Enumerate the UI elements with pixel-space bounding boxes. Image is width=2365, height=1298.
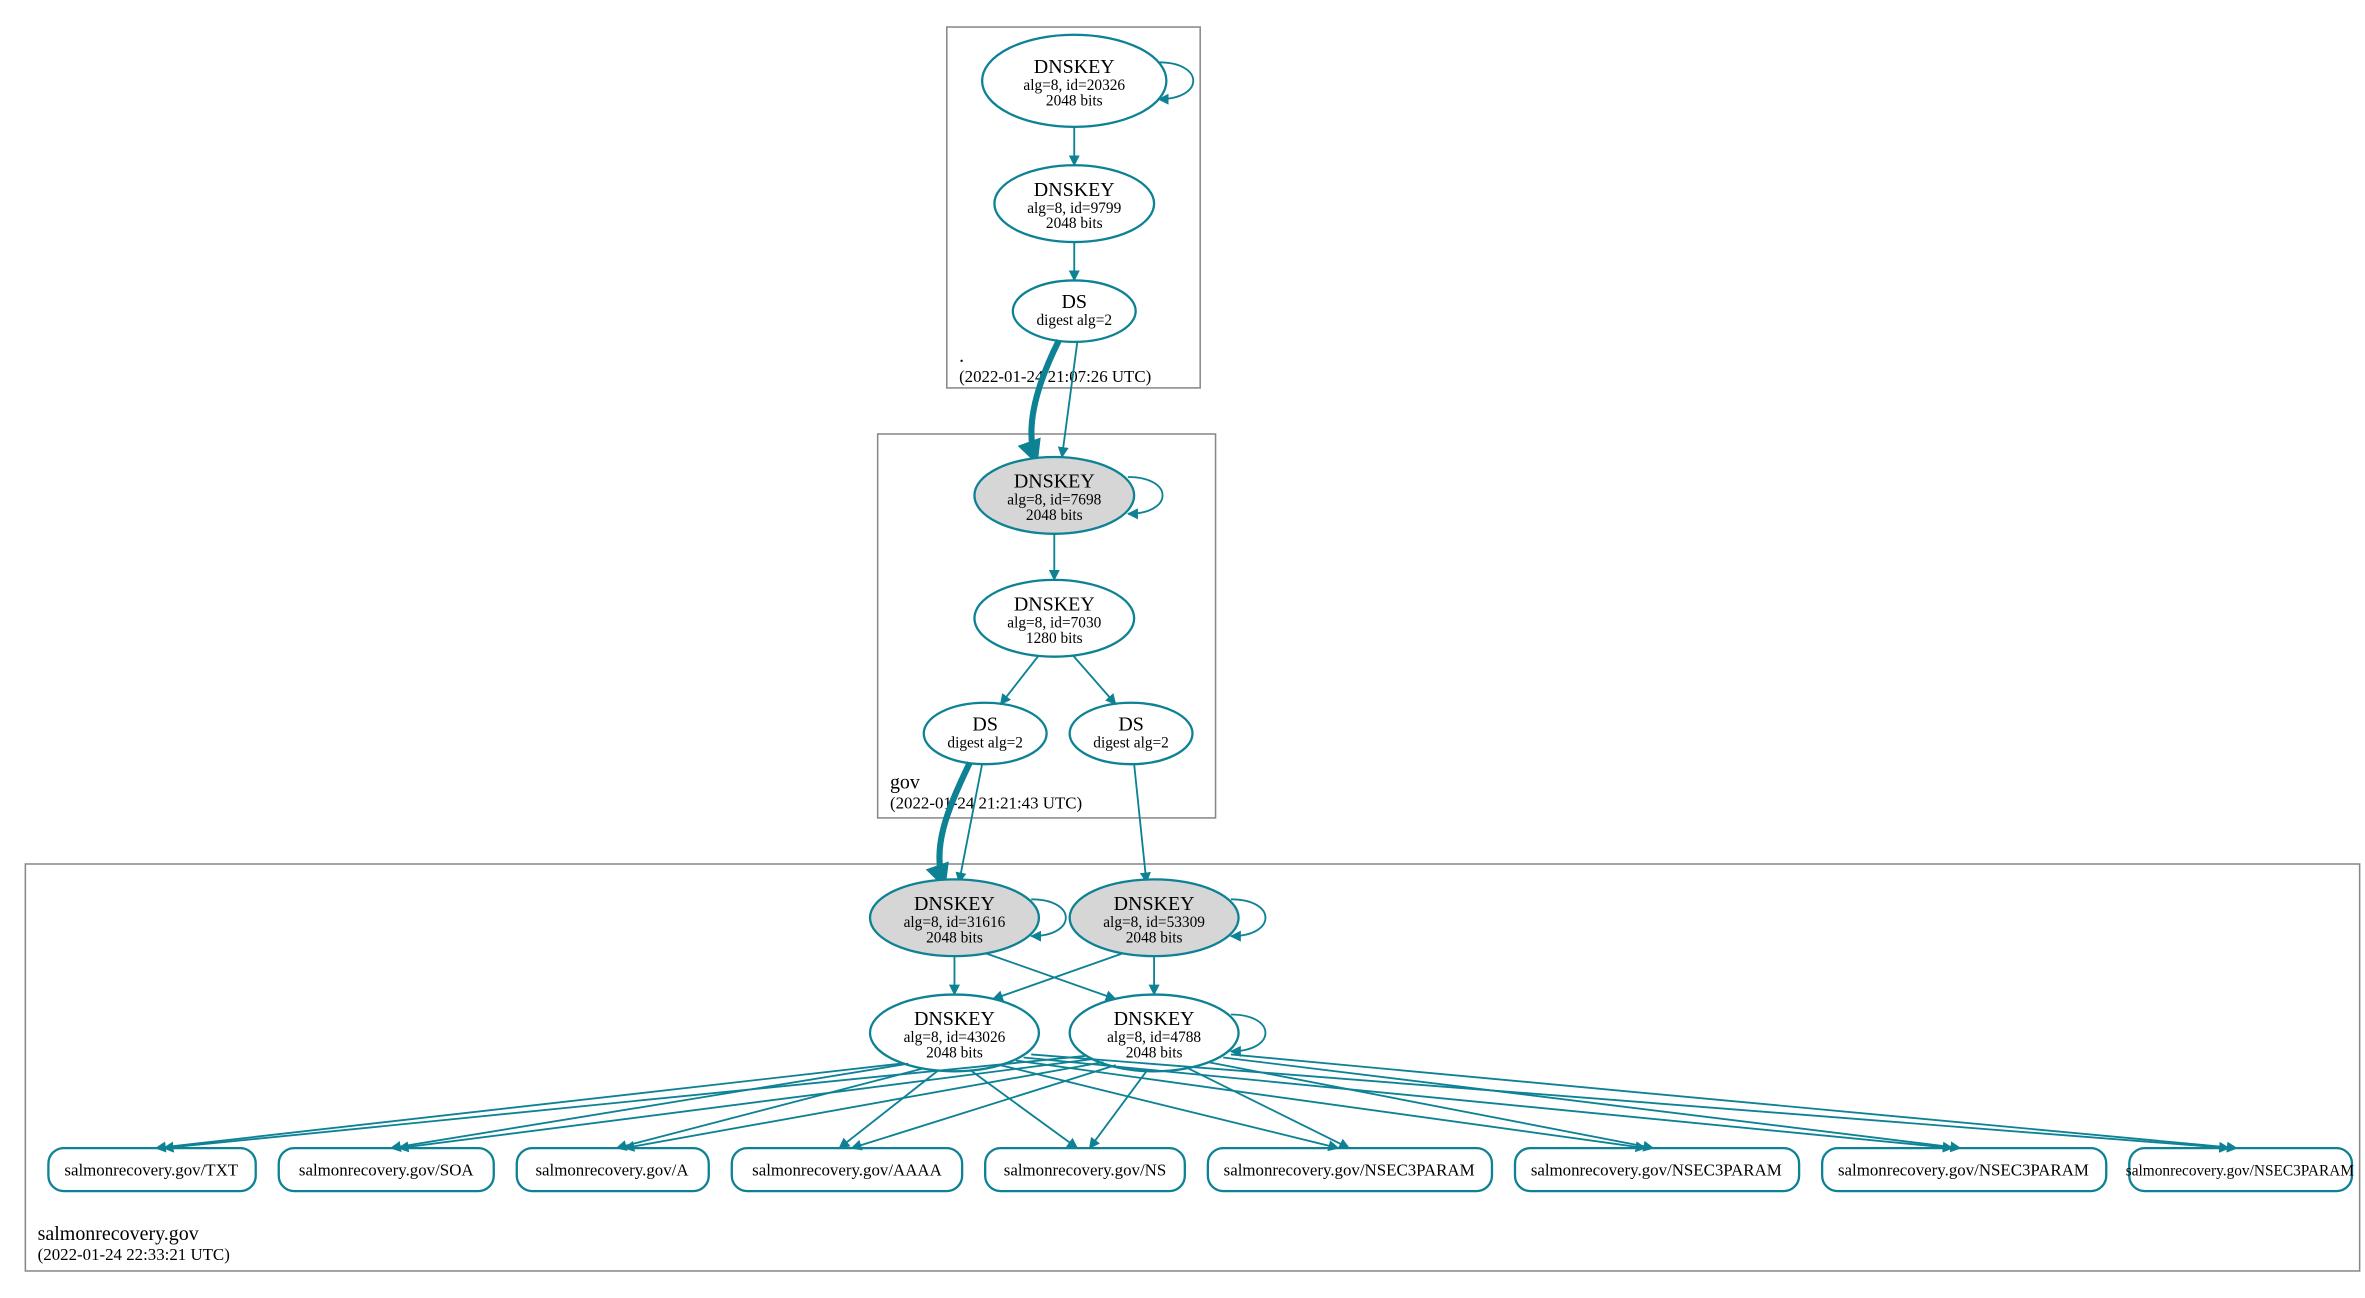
rr-ns: salmonrecovery.gov/NS: [985, 1148, 1185, 1191]
svg-text:DS: DS: [1118, 713, 1144, 735]
node-sal-ksk2: DNSKEY alg=8, id=53309 2048 bits: [1070, 879, 1239, 956]
svg-text:salmonrecovery.gov/NSEC3PARAM: salmonrecovery.gov/NSEC3PARAM: [2126, 1163, 2355, 1180]
svg-text:salmonrecovery.gov/SOA: salmonrecovery.gov/SOA: [299, 1161, 474, 1180]
node-root-zsk: DNSKEY alg=8, id=9799 2048 bits: [994, 165, 1154, 242]
zone-gov-label: gov: [890, 772, 920, 794]
node-gov-ds1: DS digest alg=2: [924, 703, 1047, 764]
svg-text:DNSKEY: DNSKEY: [1114, 893, 1195, 915]
svg-text:2048 bits: 2048 bits: [1126, 929, 1183, 946]
zone-salmon-time: (2022-01-24 22:33:21 UTC): [38, 1245, 230, 1264]
svg-text:2048 bits: 2048 bits: [1126, 1045, 1183, 1062]
rr-nsec3-1: salmonrecovery.gov/NSEC3PARAM: [1208, 1148, 1492, 1191]
svg-text:salmonrecovery.gov/TXT: salmonrecovery.gov/TXT: [64, 1161, 238, 1180]
svg-text:DNSKEY: DNSKEY: [1114, 1008, 1195, 1030]
rr-a: salmonrecovery.gov/A: [517, 1148, 709, 1191]
zone-gov-time: (2022-01-24 21:21:43 UTC): [890, 794, 1082, 813]
svg-text:2048 bits: 2048 bits: [1046, 215, 1103, 232]
node-sal-ksk1: DNSKEY alg=8, id=31616 2048 bits: [870, 879, 1039, 956]
edge-sal-ksk1-zsk2: [985, 953, 1116, 999]
svg-text:DNSKEY: DNSKEY: [1034, 56, 1115, 78]
svg-text:digest alg=2: digest alg=2: [1093, 734, 1169, 751]
node-gov-zsk: DNSKEY alg=8, id=7030 1280 bits: [974, 580, 1134, 657]
svg-text:DNSKEY: DNSKEY: [914, 893, 995, 915]
svg-text:salmonrecovery.gov/NSEC3PARAM: salmonrecovery.gov/NSEC3PARAM: [1224, 1161, 1475, 1180]
svg-text:DNSKEY: DNSKEY: [1034, 179, 1115, 201]
svg-text:2048 bits: 2048 bits: [1046, 92, 1103, 109]
rr-nsec3-2: salmonrecovery.gov/NSEC3PARAM: [1515, 1148, 1799, 1191]
node-root-ds: DS digest alg=2: [1013, 280, 1136, 341]
edge-gov-zsk-ds1: [1001, 655, 1039, 704]
svg-text:DS: DS: [1061, 291, 1087, 313]
svg-text:DNSKEY: DNSKEY: [1014, 471, 1095, 493]
svg-text:salmonrecovery.gov/AAAA: salmonrecovery.gov/AAAA: [752, 1161, 942, 1180]
dnssec-graph: . (2022-01-24 21:07:26 UTC) DNSKEY alg=8…: [10, 10, 2365, 1288]
svg-text:DS: DS: [972, 713, 998, 735]
svg-text:salmonrecovery.gov/A: salmonrecovery.gov/A: [535, 1161, 689, 1180]
edge-root-ds-gov-ksk-thin: [1062, 342, 1077, 457]
svg-text:DNSKEY: DNSKEY: [914, 1008, 995, 1030]
node-gov-ds2: DS digest alg=2: [1070, 703, 1193, 764]
edge-root-ds-gov-ksk: [1031, 340, 1058, 460]
node-sal-zsk1: DNSKEY alg=8, id=43026 2048 bits: [870, 995, 1039, 1072]
edge-sal-ksk2-zsk1: [993, 953, 1124, 999]
node-root-ksk: DNSKEY alg=8, id=20326 2048 bits: [982, 35, 1166, 127]
rr-nsec3-4: salmonrecovery.gov/NSEC3PARAM: [2126, 1148, 2355, 1191]
zone-root-label: .: [959, 345, 964, 367]
rr-nsec3-3: salmonrecovery.gov/NSEC3PARAM: [1822, 1148, 2106, 1191]
svg-text:DNSKEY: DNSKEY: [1014, 594, 1095, 616]
svg-text:digest alg=2: digest alg=2: [1036, 312, 1112, 329]
zone-root-time: (2022-01-24 21:07:26 UTC): [959, 367, 1151, 386]
zone-salmon-label: salmonrecovery.gov: [38, 1223, 199, 1245]
node-gov-ksk: DNSKEY alg=8, id=7698 2048 bits: [974, 457, 1134, 534]
svg-text:1280 bits: 1280 bits: [1026, 630, 1083, 647]
svg-text:2048 bits: 2048 bits: [1026, 507, 1083, 524]
rr-aaaa: salmonrecovery.gov/AAAA: [732, 1148, 962, 1191]
edge-gov-ds1-sal-ksk1-thick: [939, 763, 969, 884]
svg-text:2048 bits: 2048 bits: [926, 929, 983, 946]
svg-text:salmonrecovery.gov/NSEC3PARAM: salmonrecovery.gov/NSEC3PARAM: [1531, 1161, 1782, 1180]
svg-text:salmonrecovery.gov/NSEC3PARAM: salmonrecovery.gov/NSEC3PARAM: [1838, 1161, 2089, 1180]
svg-text:2048 bits: 2048 bits: [926, 1045, 983, 1062]
rr-soa: salmonrecovery.gov/SOA: [279, 1148, 494, 1191]
svg-text:digest alg=2: digest alg=2: [947, 734, 1023, 751]
rr-edges: [156, 1054, 2237, 1148]
svg-text:salmonrecovery.gov/NS: salmonrecovery.gov/NS: [1004, 1161, 1166, 1180]
rr-txt: salmonrecovery.gov/TXT: [48, 1148, 255, 1191]
edge-gov-zsk-ds2: [1073, 655, 1116, 704]
